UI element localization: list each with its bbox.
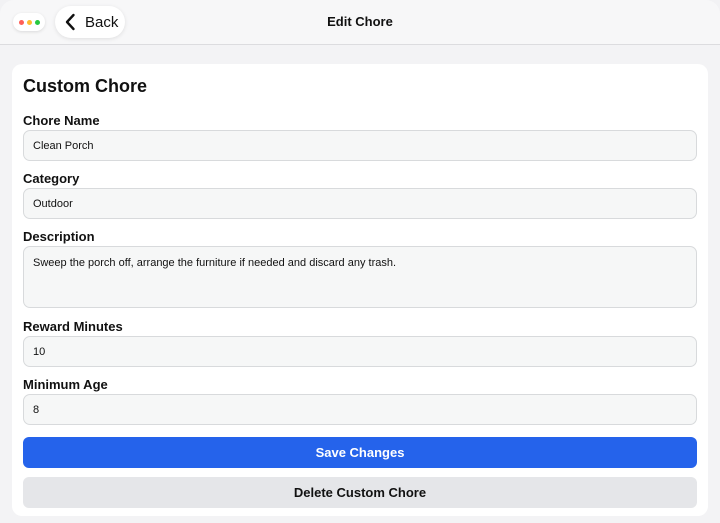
form-heading: Custom Chore (23, 76, 148, 96)
category-label: Category (23, 171, 80, 186)
page-title: Edit Chore (327, 14, 393, 29)
chore-name-label: Chore Name (23, 113, 100, 128)
description-label: Description (23, 229, 95, 244)
category-input[interactable]: Outdoor (23, 188, 697, 219)
description-textarea[interactable]: Sweep the porch off, arrange the furnitu… (23, 246, 697, 308)
save-changes-button[interactable]: Save Changes (23, 437, 697, 468)
chore-name-input[interactable]: Clean Porch (23, 130, 697, 161)
minimum-age-input[interactable]: 8 (23, 394, 697, 425)
app-window: Back Edit Chore Custom Chore Chore Name … (0, 0, 720, 523)
reward-minutes-label: Reward Minutes (23, 319, 123, 334)
delete-custom-chore-button[interactable]: Delete Custom Chore (23, 477, 697, 508)
chore-form-card: Custom Chore Chore Name Clean Porch Cate… (12, 64, 708, 516)
minimum-age-label: Minimum Age (23, 377, 108, 392)
navigation-bar: Back Edit Chore (0, 0, 720, 45)
reward-minutes-input[interactable]: 10 (23, 336, 697, 367)
